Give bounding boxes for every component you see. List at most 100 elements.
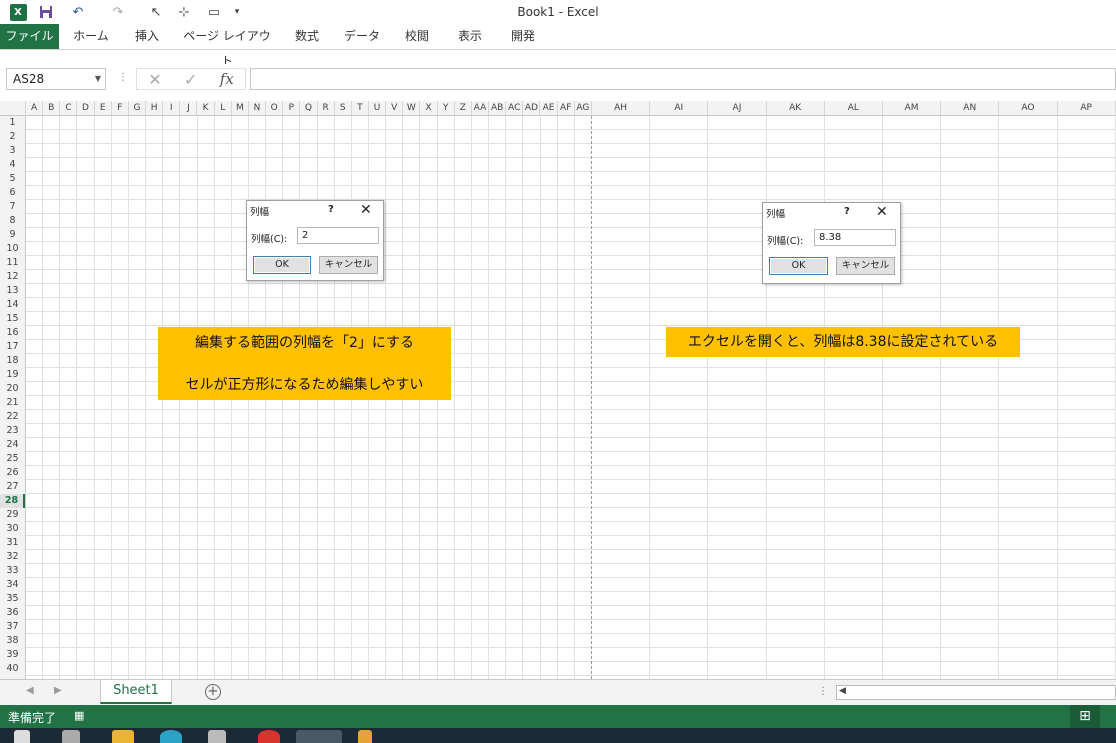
start-icon[interactable] bbox=[14, 730, 30, 743]
column-header[interactable]: AE bbox=[541, 101, 558, 116]
row-header[interactable]: 9 bbox=[0, 228, 25, 242]
normal-view-icon[interactable]: ⊞ bbox=[1070, 705, 1100, 728]
row-header[interactable]: 22 bbox=[0, 410, 25, 424]
row-header[interactable]: 38 bbox=[0, 634, 25, 648]
row-header[interactable]: 40 bbox=[0, 662, 25, 676]
column-header[interactable]: F bbox=[112, 101, 129, 116]
cancel-entry-icon[interactable]: ✕ bbox=[148, 70, 161, 89]
row-header[interactable]: 18 bbox=[0, 354, 25, 368]
file-explorer-icon[interactable] bbox=[112, 730, 134, 743]
column-header[interactable]: AN bbox=[941, 101, 1000, 116]
tab-split-grip-icon[interactable]: ⋮ bbox=[818, 686, 828, 697]
column-header[interactable]: N bbox=[249, 101, 267, 116]
column-header[interactable]: J bbox=[180, 101, 198, 116]
column-header[interactable]: AF bbox=[558, 101, 575, 116]
cancel-button[interactable]: キャンセル bbox=[836, 257, 895, 275]
tab-home[interactable]: ホーム bbox=[66, 24, 116, 49]
row-header[interactable]: 17 bbox=[0, 340, 25, 354]
tab-review[interactable]: 校閲 bbox=[394, 24, 440, 49]
row-header[interactable]: 23 bbox=[0, 424, 25, 438]
column-header[interactable]: E bbox=[95, 101, 112, 116]
row-header[interactable]: 31 bbox=[0, 536, 25, 550]
column-header[interactable]: B bbox=[43, 101, 61, 116]
column-header[interactable]: AI bbox=[650, 101, 709, 116]
column-header[interactable]: C bbox=[60, 101, 78, 116]
column-header[interactable]: AH bbox=[592, 101, 651, 116]
close-icon[interactable]: ✕ bbox=[360, 202, 372, 218]
insert-function-icon[interactable]: fx bbox=[220, 70, 234, 88]
column-header[interactable]: AG bbox=[575, 101, 592, 116]
row-header[interactable]: 34 bbox=[0, 578, 25, 592]
row-header[interactable]: 13 bbox=[0, 284, 25, 298]
chrome-icon[interactable] bbox=[258, 730, 280, 743]
next-sheet-icon[interactable]: ▶ bbox=[54, 685, 62, 696]
column-header[interactable]: U bbox=[369, 101, 387, 116]
tab-view[interactable]: 表示 bbox=[448, 24, 492, 49]
task-view-icon[interactable] bbox=[62, 730, 80, 743]
column-header[interactable]: AL bbox=[825, 101, 883, 116]
column-header[interactable]: Z bbox=[455, 101, 472, 116]
excel-taskbar-icon[interactable] bbox=[296, 730, 342, 743]
prev-sheet-icon[interactable]: ◀ bbox=[26, 685, 34, 696]
column-header[interactable]: AO bbox=[999, 101, 1058, 116]
column-header[interactable]: AM bbox=[883, 101, 942, 116]
row-header[interactable]: 10 bbox=[0, 242, 25, 256]
app-taskbar-icon[interactable] bbox=[358, 730, 372, 743]
column-header[interactable]: AP bbox=[1058, 101, 1116, 116]
tab-page-layout[interactable]: ページ レイアウト bbox=[178, 24, 276, 68]
help-icon[interactable]: ? bbox=[844, 206, 850, 217]
column-header[interactable]: R bbox=[318, 101, 335, 116]
column-header[interactable]: T bbox=[352, 101, 369, 116]
cancel-button[interactable]: キャンセル bbox=[319, 256, 378, 274]
row-header[interactable]: 26 bbox=[0, 466, 25, 480]
row-header[interactable]: 15 bbox=[0, 312, 25, 326]
name-box[interactable]: AS28 ▼ bbox=[6, 68, 106, 90]
horizontal-scrollbar[interactable]: ◀ bbox=[836, 685, 1116, 700]
select-all-corner[interactable] bbox=[0, 101, 26, 116]
column-header[interactable]: AB bbox=[489, 101, 507, 116]
row-header[interactable]: 19 bbox=[0, 368, 25, 382]
row-header[interactable]: 3 bbox=[0, 144, 25, 158]
column-header[interactable]: AK bbox=[767, 101, 825, 116]
close-icon[interactable]: ✕ bbox=[876, 204, 888, 220]
row-header[interactable]: 25 bbox=[0, 452, 25, 466]
column-header[interactable]: W bbox=[403, 101, 421, 116]
row-header[interactable]: 7 bbox=[0, 200, 25, 214]
row-header[interactable]: 6 bbox=[0, 186, 25, 200]
sheet-tab-sheet1[interactable]: Sheet1 bbox=[100, 680, 172, 704]
column-header[interactable]: D bbox=[77, 101, 95, 116]
add-sheet-icon[interactable]: + bbox=[205, 684, 221, 700]
column-header[interactable]: A bbox=[26, 101, 44, 116]
row-header[interactable]: 14 bbox=[0, 298, 25, 312]
row-header[interactable]: 30 bbox=[0, 522, 25, 536]
column-header[interactable]: S bbox=[335, 101, 352, 116]
column-header[interactable]: O bbox=[266, 101, 284, 116]
column-width-input[interactable]: 8.38 bbox=[814, 229, 896, 246]
column-header[interactable]: I bbox=[163, 101, 181, 116]
name-box-dropdown-icon[interactable]: ▼ bbox=[95, 69, 101, 89]
column-header[interactable]: G bbox=[129, 101, 147, 116]
column-header[interactable]: AA bbox=[472, 101, 490, 116]
formula-input[interactable] bbox=[250, 68, 1116, 90]
column-header[interactable]: X bbox=[420, 101, 438, 116]
column-header[interactable]: AJ bbox=[708, 101, 767, 116]
row-header[interactable]: 1 bbox=[0, 116, 25, 130]
tab-formulas[interactable]: 数式 bbox=[284, 24, 330, 49]
column-header[interactable]: Y bbox=[438, 101, 455, 116]
column-header[interactable]: H bbox=[146, 101, 164, 116]
ok-button[interactable]: OK bbox=[253, 256, 311, 274]
row-header[interactable]: 33 bbox=[0, 564, 25, 578]
row-header[interactable]: 20 bbox=[0, 382, 25, 396]
column-header[interactable]: AC bbox=[506, 101, 524, 116]
help-icon[interactable]: ? bbox=[328, 204, 334, 215]
row-header[interactable]: 27 bbox=[0, 480, 25, 494]
macro-record-icon[interactable]: ▦ bbox=[74, 709, 84, 722]
column-header[interactable]: L bbox=[215, 101, 232, 116]
row-header[interactable]: 24 bbox=[0, 438, 25, 452]
row-header[interactable]: 32 bbox=[0, 550, 25, 564]
tab-file[interactable]: ファイル bbox=[0, 24, 59, 49]
scroll-left-icon[interactable]: ◀ bbox=[839, 686, 846, 696]
row-header[interactable]: 29 bbox=[0, 508, 25, 522]
row-header[interactable]: 8 bbox=[0, 214, 25, 228]
row-header[interactable]: 5 bbox=[0, 172, 25, 186]
